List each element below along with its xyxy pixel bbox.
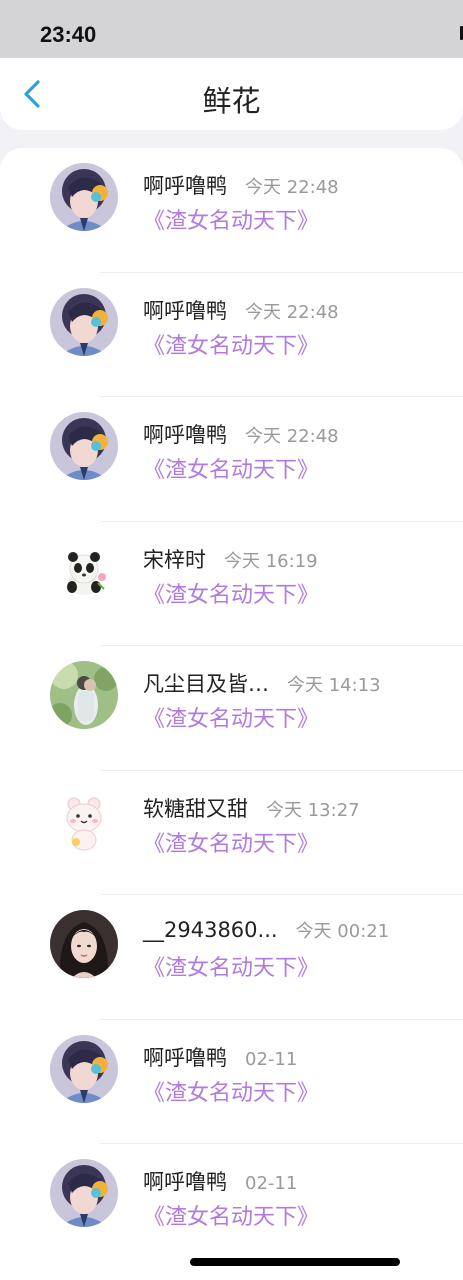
gift-time: 今天 16:19 <box>224 550 318 572</box>
gift-time: 今天 14:13 <box>287 675 381 696</box>
book-title-link[interactable]: 《渣女名动天下》 <box>143 328 319 360</box>
book-title-link[interactable]: 《渣女名动天下》 <box>143 826 319 858</box>
anime-boy-avatar[interactable] <box>50 287 118 356</box>
list-item[interactable]: __2943860... 今天 00:21 《渣女名动天下》 <box>0 895 463 1020</box>
gift-time: 今天 22:48 <box>245 426 339 447</box>
status-time: 23:40 <box>40 22 97 47</box>
sender-name: 凡尘目及皆… <box>143 672 269 696</box>
home-indicator[interactable] <box>190 1258 400 1266</box>
nav-bar: 鲜花 <box>0 58 463 130</box>
sender-name-row: 啊呼噜鸭 今天 22:48 <box>143 419 339 449</box>
anime-boy-avatar[interactable] <box>50 412 118 480</box>
gift-time: 今天 00:21 <box>295 921 390 942</box>
book-title-link[interactable]: 《渣女名动天下》 <box>143 1199 319 1231</box>
anime-boy-avatar[interactable] <box>50 1159 118 1227</box>
sender-name-row: 软糖甜又甜 今天 13:27 <box>143 793 360 823</box>
list-item[interactable]: 宋梓时 今天 16:19 《渣女名动天下》 <box>0 522 463 646</box>
list-item[interactable]: 凡尘目及皆… 今天 14:13 《渣女名动天下》 <box>0 646 463 771</box>
panda-avatar[interactable] <box>50 536 118 605</box>
gift-time: 02-11 <box>245 1173 298 1194</box>
sender-name-row: 啊呼噜鸭 02-11 <box>143 1166 297 1196</box>
list-item[interactable]: 啊呼噜鸭 今天 22:48 《渣女名动天下》 <box>0 273 463 397</box>
book-title-link[interactable]: 《渣女名动天下》 <box>143 1075 319 1107</box>
book-title-link[interactable]: 《渣女名动天下》 <box>143 452 319 484</box>
sender-name-row: __2943860... 今天 00:21 <box>143 917 389 943</box>
sender-name: 软糖甜又甜 <box>143 796 248 821</box>
sender-name: 啊呼噜鸭 <box>143 174 227 198</box>
sender-name: 啊呼噜鸭 <box>143 423 227 447</box>
sender-name: 宋梓时 <box>143 547 206 572</box>
sender-name-row: 啊呼噜鸭 今天 22:48 <box>143 295 339 325</box>
couple-photo-avatar[interactable] <box>50 661 118 729</box>
book-title-link[interactable]: 《渣女名动天下》 <box>143 203 319 235</box>
girl-photo-avatar[interactable] <box>50 910 118 978</box>
status-bar: 23:40 <box>0 0 463 58</box>
book-title-link[interactable]: 《渣女名动天下》 <box>143 950 319 982</box>
gift-time: 今天 13:27 <box>266 799 360 821</box>
bear-sticker-avatar[interactable] <box>50 785 118 854</box>
flower-gift-list: 啊呼噜鸭 今天 22:48 《渣女名动天下》 啊呼噜鸭 今天 22:48 《渣女名动… <box>0 148 463 1280</box>
list-item[interactable]: 啊呼噜鸭 02-11 《渣女名动天下》 <box>0 1144 463 1269</box>
sender-name-row: 啊呼噜鸭 今天 22:48 <box>143 170 339 200</box>
sender-name: 啊呼噜鸭 <box>143 298 227 323</box>
sender-name: __2943860... <box>143 918 278 942</box>
book-title-link[interactable]: 《渣女名动天下》 <box>143 577 319 609</box>
page-title: 鲜花 <box>202 84 261 118</box>
list-item[interactable]: 啊呼噜鸭 02-11 《渣女名动天下》 <box>0 1020 463 1144</box>
anime-boy-avatar[interactable] <box>50 1034 118 1103</box>
sender-name-row: 啊呼噜鸭 02-11 <box>143 1042 297 1072</box>
gift-time: 今天 22:48 <box>245 301 339 323</box>
list-item[interactable]: 啊呼噜鸭 今天 22:48 《渣女名动天下》 <box>0 397 463 522</box>
book-title-link[interactable]: 《渣女名动天下》 <box>143 701 319 733</box>
gift-time: 今天 22:48 <box>245 177 339 198</box>
anime-boy-avatar[interactable] <box>50 163 118 231</box>
sender-name: 啊呼噜鸭 <box>143 1045 227 1070</box>
sender-name: 啊呼噜鸭 <box>143 1170 227 1194</box>
list-item[interactable]: 软糖甜又甜 今天 13:27 《渣女名动天下》 <box>0 771 463 895</box>
sender-name-row: 宋梓时 今天 16:19 <box>143 544 318 574</box>
list-item[interactable]: 啊呼噜鸭 今天 22:48 《渣女名动天下》 <box>0 148 463 273</box>
gift-time: 02-11 <box>245 1048 298 1070</box>
sender-name-row: 凡尘目及皆… 今天 14:13 <box>143 668 381 698</box>
